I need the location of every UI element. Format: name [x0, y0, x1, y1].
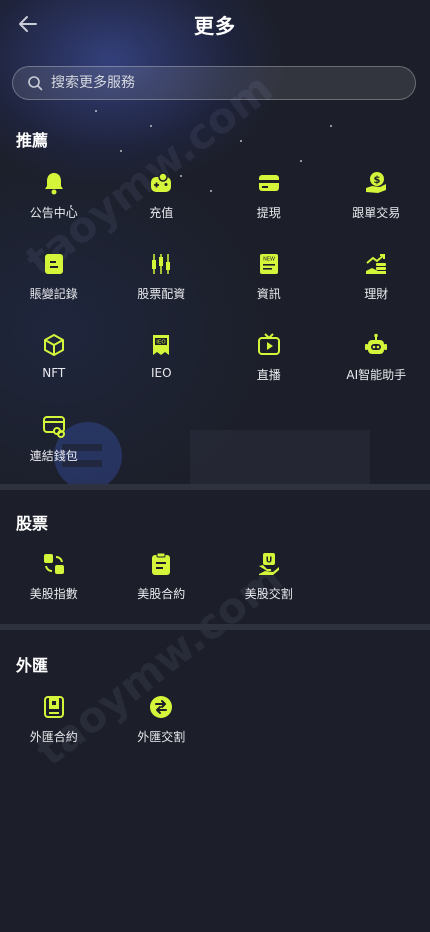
grid-recommend: 公告中心 充值 提現 $ 跟單交易 賬變記錄 股票配資 NEW 資訊 理財 NF…	[0, 160, 430, 484]
delivery-icon: U	[256, 551, 282, 577]
tile-label: 股票配資	[137, 287, 186, 301]
tile-label: 美股合約	[137, 587, 186, 601]
tile-label: 外匯交割	[137, 730, 186, 744]
deposit-wallet-icon	[148, 170, 174, 196]
tile-announcement[interactable]: 公告中心	[0, 160, 108, 241]
tile-forex-delivery[interactable]: 外匯交割	[108, 684, 216, 765]
tile-label: 提現	[256, 206, 281, 220]
index-icon	[41, 551, 67, 577]
record-icon	[41, 251, 67, 277]
tile-live[interactable]: 直播	[215, 322, 323, 403]
section-title-forex: 外匯	[16, 656, 49, 675]
contract-clipboard-icon	[148, 551, 174, 577]
tile-label: 資訊	[256, 287, 281, 301]
tile-withdraw[interactable]: 提現	[215, 160, 323, 241]
tile-label: 直播	[256, 368, 281, 382]
tile-label: 跟單交易	[352, 206, 401, 220]
header: 更多	[0, 0, 430, 48]
section-divider	[0, 484, 430, 490]
tile-news[interactable]: NEW 資訊	[215, 241, 323, 322]
tile-deposit[interactable]: 充值	[108, 160, 216, 241]
search-bar[interactable]	[12, 66, 416, 100]
live-tv-icon	[256, 332, 282, 358]
tile-forex-contract[interactable]: 外匯合約	[0, 684, 108, 765]
tile-copy-trade[interactable]: $ 跟單交易	[323, 160, 430, 241]
tile-label: 公告中心	[29, 206, 78, 220]
tile-us-index[interactable]: 美股指數	[0, 541, 108, 622]
svg-text:U: U	[266, 556, 273, 565]
finance-icon	[363, 251, 389, 277]
nft-cube-icon	[41, 332, 67, 358]
exchange-icon	[148, 694, 174, 720]
robot-icon	[363, 332, 389, 358]
tile-ieo[interactable]: IEO IEO	[108, 322, 216, 403]
section-title-recommend: 推薦	[16, 131, 49, 150]
tile-label: 美股交割	[244, 587, 293, 601]
bell-icon	[41, 170, 67, 196]
page-title: 更多	[194, 14, 236, 38]
section-title-stocks: 股票	[16, 514, 49, 533]
ieo-icon: IEO	[148, 332, 174, 358]
search-input[interactable]	[49, 74, 415, 92]
forex-contract-icon	[41, 694, 67, 720]
copy-trade-icon: $	[363, 170, 389, 196]
tile-connect-wallet[interactable]: 連結錢包	[0, 403, 108, 484]
tile-label: IEO	[150, 366, 172, 380]
candlestick-icon	[148, 251, 174, 277]
tile-label: 賬變記錄	[29, 287, 78, 301]
tile-label: 美股指數	[29, 587, 78, 601]
tile-ai-assistant[interactable]: AI智能助手	[323, 322, 430, 403]
news-icon: NEW	[256, 251, 282, 277]
withdraw-card-icon	[256, 170, 282, 196]
section-divider	[0, 624, 430, 630]
grid-stocks: 美股指數 美股合約 U 美股交割	[0, 541, 430, 622]
tile-label: 連結錢包	[29, 449, 78, 463]
svg-text:$: $	[374, 175, 381, 186]
tile-account-records[interactable]: 賬變記錄	[0, 241, 108, 322]
link-wallet-icon	[41, 413, 67, 439]
tile-label: 外匯合約	[29, 730, 78, 744]
tile-stock-margin[interactable]: 股票配資	[108, 241, 216, 322]
search-icon	[27, 74, 45, 92]
tile-us-delivery[interactable]: U 美股交割	[215, 541, 323, 622]
tile-nft[interactable]: NFT	[0, 322, 108, 403]
tile-finance[interactable]: 理財	[323, 241, 430, 322]
svg-text:NEW: NEW	[263, 257, 275, 263]
tile-label: AI智能助手	[346, 368, 407, 382]
tile-label: 理財	[364, 287, 389, 301]
tile-label: NFT	[42, 366, 66, 380]
tile-label: 充值	[149, 206, 174, 220]
tile-us-contract[interactable]: 美股合約	[108, 541, 216, 622]
svg-text:IEO: IEO	[157, 340, 167, 346]
grid-forex: 外匯合約 外匯交割	[0, 684, 430, 765]
